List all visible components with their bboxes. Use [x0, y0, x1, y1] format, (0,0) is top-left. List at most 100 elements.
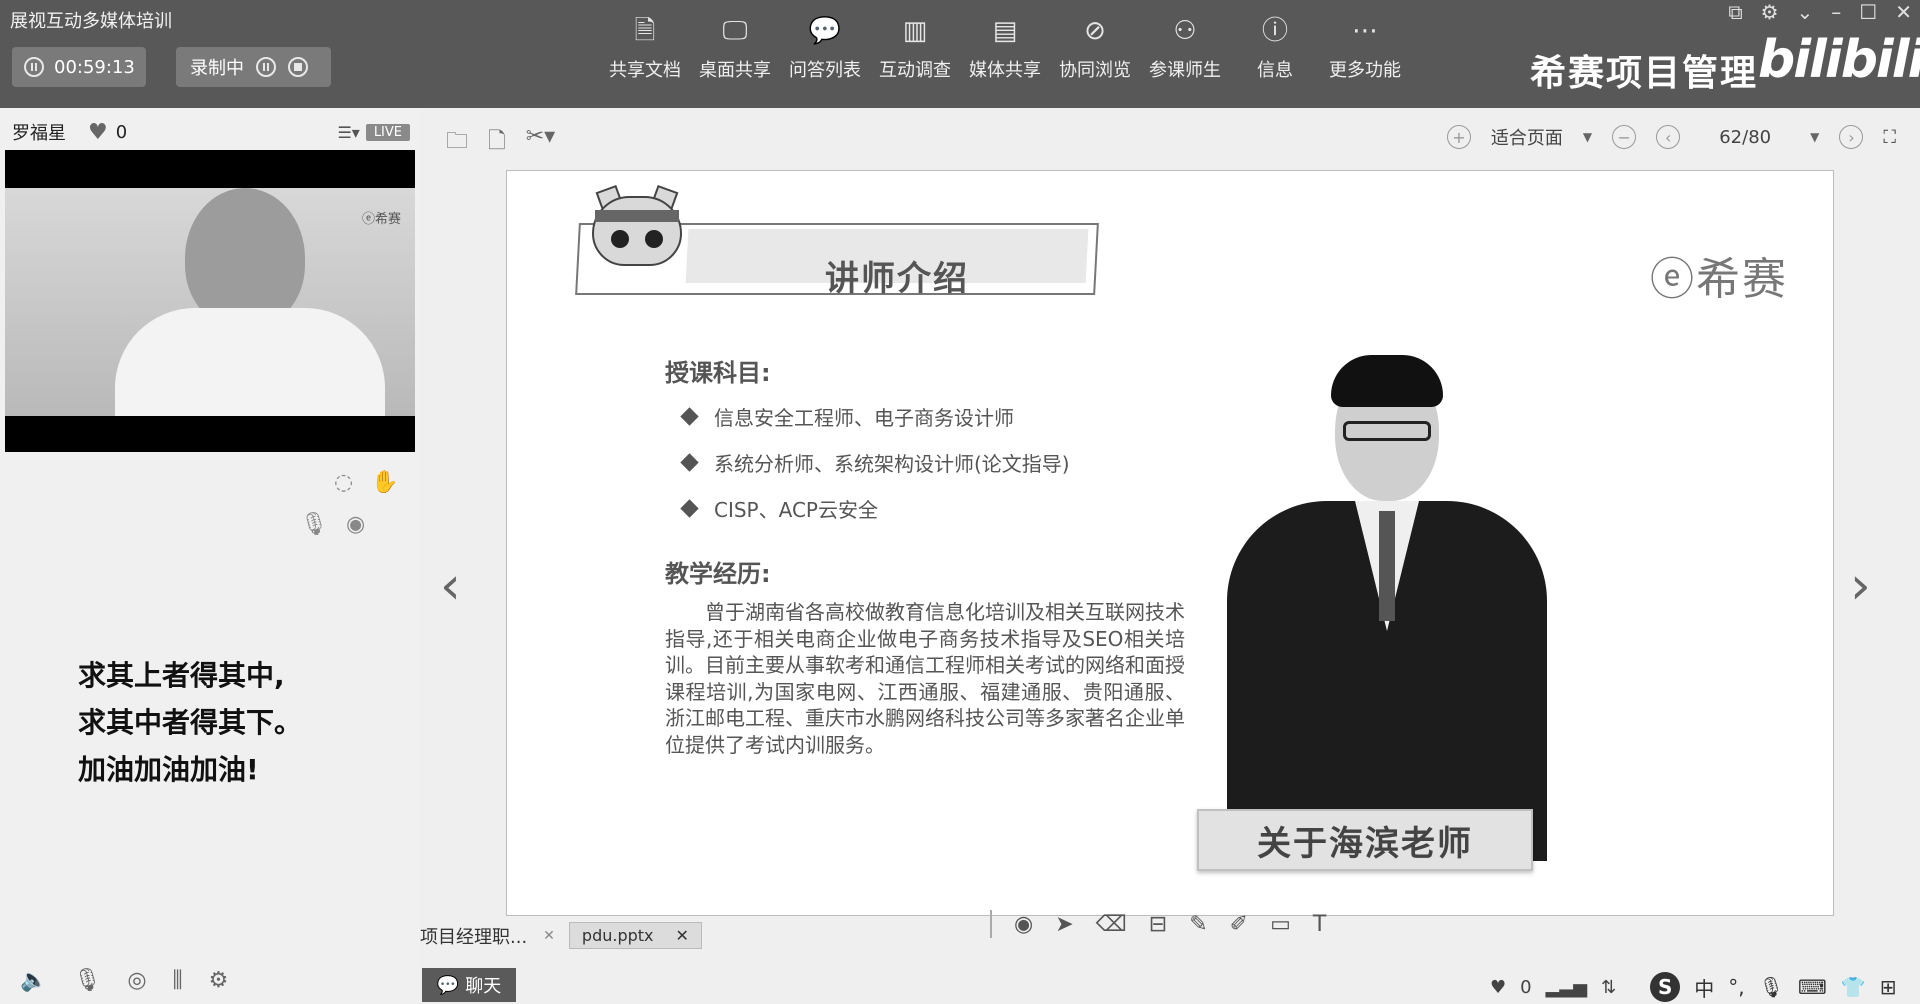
chat-button[interactable]: 💬 聊天 — [422, 968, 516, 1002]
zoom-out-icon[interactable]: − — [1612, 125, 1637, 149]
toolbar-label: 参课师生 — [1149, 60, 1221, 81]
mascot-eye — [645, 230, 663, 248]
punctuation-icon[interactable]: °, — [1728, 975, 1744, 999]
document-tabs: 项目经理职... ✕ pdu.pptx ✕ — [420, 922, 702, 949]
toolbar-label: 互动调查 — [879, 60, 951, 81]
camera-icon[interactable]: ◎ — [127, 968, 146, 993]
pause-recording-icon[interactable] — [256, 57, 276, 77]
video-watermark: ⓔ希赛 — [361, 212, 401, 227]
microphone-icon[interactable]: 🎙 — [300, 512, 328, 537]
close-icon[interactable]: ✕ — [1895, 0, 1912, 24]
rectangle-icon[interactable]: ▭ — [1270, 912, 1291, 937]
qa-bubble-icon: 💬 — [808, 16, 842, 46]
list-item: 信息安全工程师、电子商务设计师 — [680, 393, 1070, 439]
toolbar-more[interactable]: ⋯ 更多功能 — [1320, 14, 1410, 82]
chevron-down-icon[interactable]: ⌄ — [1797, 0, 1814, 24]
text-tool-icon[interactable]: T — [1313, 912, 1326, 937]
toolbar-survey[interactable]: ▥ 互动调查 — [870, 14, 960, 82]
toolbar-qa-list[interactable]: 💬 问答列表 — [780, 14, 870, 82]
teacher-tie — [1379, 511, 1395, 621]
more-dots-icon: ⋯ — [1352, 16, 1378, 46]
keyboard-icon[interactable]: ⌨ — [1798, 975, 1827, 999]
close-tab-icon[interactable]: ✕ — [676, 926, 689, 945]
compass-icon: ⊘ — [1084, 16, 1106, 46]
status-area: ♥ 0 ▂▃▅ ⇅ S 中 °, 🎙 ⌨ 👕 ⊞ — [1490, 972, 1897, 1002]
network-arrows-icon: ⇅ — [1601, 976, 1617, 998]
toolbar-label: 协同浏览 — [1059, 60, 1131, 81]
scissors-icon[interactable]: ✂▾ — [526, 124, 555, 162]
eraser-icon[interactable]: ⌫ — [1096, 912, 1127, 937]
equalizer-icon[interactable]: ⫼ — [173, 968, 183, 993]
stop-recording-icon[interactable] — [288, 57, 308, 77]
folder-icon[interactable]: 🗀 — [446, 124, 468, 162]
page-dropdown-icon[interactable]: ▼ — [1810, 130, 1819, 144]
pen-icon[interactable]: ✐ — [1230, 912, 1248, 937]
fullscreen-icon[interactable]: ⛶ — [1883, 127, 1896, 148]
session-timer-button[interactable]: 00:59:13 — [12, 47, 146, 87]
minimize-icon[interactable]: – — [1831, 0, 1841, 24]
toolbar-co-browse[interactable]: ⊘ 协同浏览 — [1050, 14, 1140, 82]
diamond-bullet-icon — [680, 406, 699, 426]
ime-logo-icon[interactable]: S — [1650, 972, 1681, 1002]
signal-icon: ▂▃▅ — [1545, 976, 1588, 998]
subjects-heading: 授课科目: — [665, 359, 771, 387]
toolbar-participants[interactable]: ⚇ 参课师生 — [1140, 14, 1230, 82]
toolbar-label: 信息 — [1257, 60, 1293, 81]
toolbar-desktop-share[interactable]: 🖵 桌面共享 — [690, 14, 780, 82]
gear-icon[interactable]: ⚙ — [209, 968, 229, 993]
main-toolbar: 🗎 共享文档 🖵 桌面共享 💬 问答列表 ▥ 互动调查 ▤ 媒体共享 ⊘ 协同浏… — [600, 14, 1410, 82]
toolbar-label: 桌面共享 — [699, 60, 771, 81]
subject-text: CISP、ACP云安全 — [714, 497, 878, 522]
presenter-video[interactable]: ⓔ希赛 — [5, 150, 415, 452]
bilibili-logo: bilibili — [1758, 30, 1920, 90]
heart-icon[interactable]: ♥ — [1490, 977, 1506, 998]
speaker-icon[interactable]: 🔈 — [20, 968, 47, 993]
toolbar-label: 媒体共享 — [969, 60, 1041, 81]
clear-tool-icon[interactable]: ⊟ — [1149, 912, 1167, 937]
list-item: CISP、ACP云安全 — [680, 485, 1070, 531]
ime-mode[interactable]: 中 — [1694, 973, 1714, 1002]
camera-icon[interactable]: ◉ — [346, 512, 365, 537]
recording-label: 录制中 — [190, 58, 244, 79]
tab-project[interactable]: 项目经理职... — [420, 923, 527, 949]
zoom-select[interactable]: 适合页面 — [1491, 124, 1563, 150]
prev-page-icon[interactable]: ‹ — [1656, 125, 1681, 149]
chat-bubble-icon: 💬 — [436, 974, 460, 996]
hand-icon[interactable]: ✋ — [371, 470, 398, 495]
app-title: 展视互动多媒体培训 — [10, 11, 172, 32]
zoom-in-icon[interactable]: + — [1446, 125, 1471, 149]
presenter-row: 罗福星 ♥ 0 ☰▾ LIVE — [12, 120, 410, 145]
toolbar-info[interactable]: ⓘ 信息 — [1230, 14, 1320, 82]
toolbar-media-share[interactable]: ▤ 媒体共享 — [960, 14, 1050, 82]
maximize-icon[interactable]: ☐ — [1859, 0, 1877, 24]
new-file-icon[interactable]: 🗋 — [488, 124, 506, 162]
hide-video-icon[interactable]: ◌ — [334, 470, 353, 495]
prev-slide-arrow-icon[interactable]: ‹ — [440, 560, 461, 612]
page-indicator[interactable]: 62/80 — [1700, 127, 1790, 148]
tab-file[interactable]: pdu.pptx ✕ — [568, 922, 702, 949]
users-icon: ⚇ — [1173, 16, 1197, 46]
laser-pointer-icon[interactable]: ◉ — [1014, 912, 1033, 937]
heart-icon[interactable]: ♥ — [88, 120, 108, 145]
next-page-icon[interactable]: › — [1839, 125, 1864, 149]
cursor-arrow-icon[interactable]: ➤ — [1055, 912, 1073, 937]
experience-paragraph: 曾于湖南省各高校做教育信息化培训及相关互联网技术指导,还于相关电商企业做电子商务… — [665, 600, 1185, 757]
teacher-photo — [1227, 355, 1547, 861]
toolbox-icon[interactable]: ⊞ — [1880, 975, 1897, 999]
experience-heading: 教学经历: — [665, 560, 771, 588]
motto-text: 求其上者得其中, 求其中者得其下。 加油加油加油! — [78, 652, 302, 793]
subject-text: 系统分析师、系统架构设计师(论文指导) — [714, 451, 1070, 476]
presenter-body — [115, 308, 385, 416]
list-menu-icon[interactable]: ☰▾ — [337, 123, 359, 142]
toolbar-shared-doc[interactable]: 🗎 共享文档 — [600, 14, 690, 82]
microphone-icon[interactable]: 🎙 — [73, 968, 101, 993]
voice-input-icon[interactable]: 🎙 — [1759, 975, 1784, 999]
close-tab-icon[interactable]: ✕ — [543, 928, 555, 944]
layout-icon[interactable]: ⧉ — [1728, 0, 1742, 24]
gear-icon[interactable]: ⚙ — [1761, 0, 1779, 24]
skin-icon[interactable]: 👕 — [1841, 975, 1866, 999]
highlighter-icon[interactable]: ✎ — [1189, 912, 1207, 937]
zoom-dropdown-icon[interactable]: ▼ — [1583, 130, 1592, 144]
document-icon: 🗎 — [634, 16, 656, 46]
next-slide-arrow-icon[interactable]: › — [1850, 560, 1871, 612]
